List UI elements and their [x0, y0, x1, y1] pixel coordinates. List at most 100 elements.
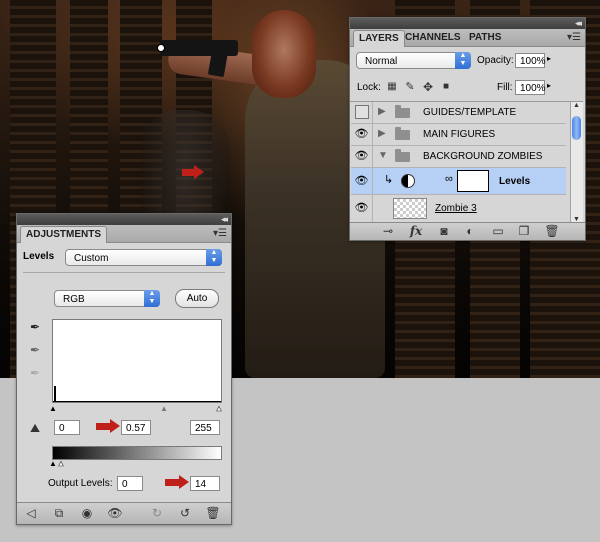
layer-name: Zombie 3: [435, 203, 477, 214]
collapse-icon[interactable]: ◂◂: [575, 18, 582, 29]
mask-link-icon[interactable]: ∞: [445, 173, 453, 185]
lock-position-icon[interactable]: ✥: [420, 79, 436, 95]
output-white-slider[interactable]: ▲: [57, 459, 66, 469]
layer-row-guides[interactable]: ▶ GUIDES/TEMPLATE: [351, 102, 566, 124]
input-gamma-slider[interactable]: ▲: [160, 404, 168, 413]
back-icon[interactable]: ◁: [23, 505, 39, 521]
layer-row-levels[interactable]: 👁 ↳ ∞ Levels: [351, 168, 566, 195]
output-gradient-bar: [52, 446, 222, 460]
layers-scrollbar[interactable]: ▲ ▼: [570, 102, 583, 223]
select-arrows-icon: ▲ ▼: [455, 52, 471, 69]
panel-menu-icon[interactable]: ▾☰: [213, 226, 227, 242]
expand-triangle-icon[interactable]: ▶: [378, 106, 386, 117]
lock-transparency-icon[interactable]: ▦: [384, 79, 400, 95]
fill-label: Fill:: [497, 82, 513, 93]
layer-name: Levels: [499, 176, 531, 187]
woman-figure-head: [252, 10, 316, 98]
layers-footer: ⊸ fx ◙ ◐ ▭ ❐ 🗑: [350, 222, 585, 240]
folder-icon[interactable]: ▭: [490, 223, 506, 239]
layer-thumbnail: [393, 198, 427, 219]
white-eyedropper-icon[interactable]: ✒: [27, 365, 43, 381]
input-gamma-field[interactable]: 0.57: [121, 420, 151, 435]
previous-state-icon[interactable]: ↻: [149, 505, 165, 521]
visibility-toggle[interactable]: 👁: [351, 146, 373, 167]
layer-row-background-zombies[interactable]: 👁 ▼ BACKGROUND ZOMBIES: [351, 146, 566, 168]
lock-label: Lock:: [357, 82, 381, 93]
output-levels-label: Output Levels:: [48, 478, 113, 489]
visibility-icon[interactable]: 👁: [107, 505, 123, 521]
adjustments-panel: ◂◂ ADJUSTMENTS ▾☰ Levels Custom ▲ ▼ RGB ▲…: [16, 213, 232, 525]
visibility-off-icon: [354, 105, 369, 120]
mask-icon[interactable]: ◙: [436, 223, 452, 239]
layers-panel-titlebar[interactable]: ◂◂: [350, 18, 585, 29]
lock-pixels-icon[interactable]: ✎: [402, 79, 418, 95]
gray-eyedropper-icon[interactable]: ✒: [27, 342, 43, 358]
layers-panel: ◂◂ LAYERS CHANNELS PATHS ▾☰ Normal ▲ ▼ Op…: [349, 17, 586, 241]
layer-row-main-figures[interactable]: 👁 ▶ MAIN FIGURES: [351, 124, 566, 146]
output-black-field[interactable]: 0: [117, 476, 143, 491]
visibility-toggle[interactable]: 👁: [351, 195, 373, 222]
adjustment-icon[interactable]: ◐: [462, 223, 478, 239]
input-white-field[interactable]: 255: [190, 420, 220, 435]
layers-tabbar: LAYERS CHANNELS PATHS ▾☰: [350, 29, 585, 47]
tab-layers[interactable]: LAYERS: [353, 30, 405, 47]
new-layer-icon[interactable]: ❐: [516, 223, 532, 239]
folder-icon: [395, 127, 410, 140]
folder-icon: [395, 149, 410, 162]
fill-dropdown-icon[interactable]: ▸: [547, 81, 551, 90]
expand-triangle-icon[interactable]: ▶: [378, 128, 386, 139]
preset-value: Custom: [74, 253, 109, 264]
input-white-slider[interactable]: ▲: [215, 404, 224, 414]
channel-select[interactable]: RGB ▲ ▼: [54, 290, 160, 307]
output-black-slider[interactable]: ▲: [49, 459, 57, 468]
adjustments-panel-titlebar[interactable]: ◂◂: [17, 214, 231, 225]
preset-select[interactable]: Custom ▲ ▼: [65, 249, 222, 266]
auto-button[interactable]: Auto: [175, 289, 219, 308]
tab-adjustments[interactable]: ADJUSTMENTS: [20, 226, 108, 243]
visibility-toggle[interactable]: [351, 102, 373, 123]
lock-all-icon[interactable]: ■: [438, 79, 454, 95]
fill-field[interactable]: 100%: [515, 80, 546, 95]
clipping-warning-icon[interactable]: ⛰: [27, 420, 43, 436]
output-white-field[interactable]: 14: [190, 476, 220, 491]
collapse-icon[interactable]: ◂◂: [221, 214, 228, 225]
tab-channels[interactable]: CHANNELS: [400, 30, 466, 46]
blend-mode-select[interactable]: Normal ▲ ▼: [356, 52, 471, 69]
scroll-thumb[interactable]: [572, 116, 581, 140]
adjustments-footer: ◁ ⧉ ◉ 👁 ↻ ↺ 🗑: [17, 502, 231, 524]
adjustments-tabbar: ADJUSTMENTS ▾☰: [17, 225, 231, 243]
reset-icon[interactable]: ↺: [177, 505, 193, 521]
trash-icon[interactable]: 🗑: [205, 505, 221, 521]
clipping-arrow-icon: ↳: [384, 174, 394, 186]
channel-value: RGB: [63, 294, 85, 305]
input-slider-track[interactable]: ▲ ▲ ▲: [49, 404, 224, 414]
histogram: [52, 319, 222, 403]
opacity-label: Opacity:: [477, 55, 514, 66]
opacity-dropdown-icon[interactable]: ▸: [547, 54, 551, 63]
output-slider-track[interactable]: ▲ ▲: [49, 459, 223, 469]
trash-icon[interactable]: 🗑: [544, 223, 560, 239]
panel-menu-icon[interactable]: ▾☰: [567, 30, 581, 46]
collapse-triangle-icon[interactable]: ▼: [378, 150, 388, 161]
histogram-spike: [54, 386, 56, 402]
input-black-slider[interactable]: ▲: [49, 404, 57, 413]
blend-mode-value: Normal: [365, 56, 398, 67]
visibility-toggle[interactable]: 👁: [351, 124, 373, 145]
fx-icon[interactable]: fx: [408, 223, 424, 239]
adjustment-type-label: Levels: [23, 251, 55, 262]
layer-row-zombie-3[interactable]: 👁 Zombie 3: [351, 195, 566, 223]
tab-paths[interactable]: PATHS: [464, 30, 506, 46]
eye-icon: 👁: [354, 150, 369, 162]
scroll-up-icon[interactable]: ▲: [573, 102, 580, 109]
expand-view-icon[interactable]: ⧉: [51, 505, 67, 521]
opacity-field[interactable]: 100%: [515, 53, 546, 68]
link-icon[interactable]: ⊸: [380, 223, 396, 239]
input-black-field[interactable]: 0: [54, 420, 80, 435]
visibility-toggle[interactable]: 👁: [351, 168, 373, 194]
layers-list: ▶ GUIDES/TEMPLATE 👁 ▶ MAIN FIGURES 👁 ▼ B…: [350, 101, 583, 223]
select-arrows-icon: ▲ ▼: [206, 249, 222, 266]
clip-icon[interactable]: ◉: [79, 505, 95, 521]
select-arrows-icon: ▲ ▼: [144, 290, 160, 307]
layer-mask-thumbnail[interactable]: [457, 170, 489, 192]
black-eyedropper-icon[interactable]: ✒: [27, 319, 43, 335]
